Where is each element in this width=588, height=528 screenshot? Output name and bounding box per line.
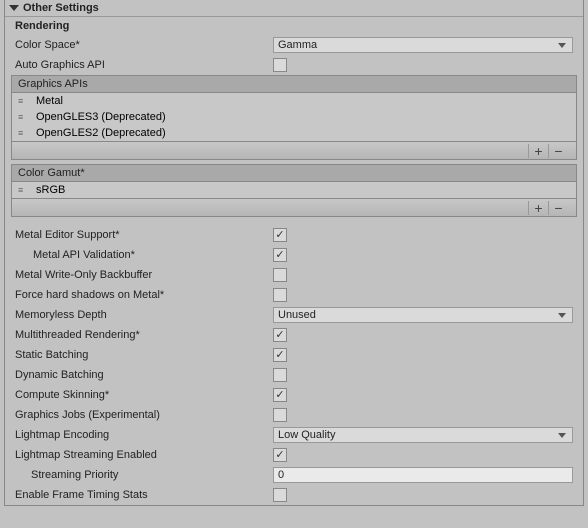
lightmap-streaming-checkbox[interactable] (273, 448, 287, 462)
drag-handle-icon[interactable]: ≡ (18, 185, 30, 195)
static-batching-checkbox[interactable] (273, 348, 287, 362)
metal-editor-support-label: Metal Editor Support* (15, 229, 273, 241)
frame-timing-checkbox[interactable] (273, 488, 287, 502)
color-gamut-list: Color Gamut* ≡ sRGB + − (11, 164, 577, 217)
add-button[interactable]: + (528, 201, 548, 215)
dynamic-batching-checkbox[interactable] (273, 368, 287, 382)
multithreaded-rendering-label: Multithreaded Rendering* (15, 329, 273, 341)
drag-handle-icon[interactable]: ≡ (18, 112, 30, 122)
color-space-dropdown[interactable]: Gamma (273, 37, 573, 53)
graphics-apis-header: Graphics APIs (11, 75, 577, 93)
section-header[interactable]: Other Settings (5, 0, 583, 17)
list-item[interactable]: ≡ OpenGLES2 (Deprecated) (12, 125, 576, 141)
lightmap-streaming-label: Lightmap Streaming Enabled (15, 449, 273, 461)
collapse-triangle-icon (9, 5, 19, 11)
lightmap-encoding-dropdown[interactable]: Low Quality (273, 427, 573, 443)
force-hard-shadows-label: Force hard shadows on Metal* (15, 289, 273, 301)
list-item[interactable]: ≡ Metal (12, 93, 576, 109)
subsection-title: Rendering (5, 17, 583, 35)
metal-write-only-label: Metal Write-Only Backbuffer (15, 269, 273, 281)
static-batching-label: Static Batching (15, 349, 273, 361)
list-item-label: OpenGLES2 (Deprecated) (36, 127, 166, 139)
streaming-priority-input[interactable]: 0 (273, 467, 573, 483)
drag-handle-icon[interactable]: ≡ (18, 128, 30, 138)
compute-skinning-checkbox[interactable] (273, 388, 287, 402)
graphics-jobs-label: Graphics Jobs (Experimental) (15, 409, 273, 421)
metal-editor-support-checkbox[interactable] (273, 228, 287, 242)
streaming-priority-value: 0 (278, 469, 284, 481)
color-gamut-header: Color Gamut* (11, 164, 577, 182)
multithreaded-rendering-checkbox[interactable] (273, 328, 287, 342)
streaming-priority-label: Streaming Priority (15, 469, 273, 481)
frame-timing-label: Enable Frame Timing Stats (15, 489, 273, 501)
list-item-label: sRGB (36, 184, 65, 196)
graphics-apis-list: Graphics APIs ≡ Metal ≡ OpenGLES3 (Depre… (11, 75, 577, 160)
color-space-label: Color Space* (15, 39, 273, 51)
color-space-value: Gamma (278, 39, 317, 51)
force-hard-shadows-checkbox[interactable] (273, 288, 287, 302)
lightmap-encoding-label: Lightmap Encoding (15, 429, 273, 441)
list-item[interactable]: ≡ sRGB (12, 182, 576, 198)
drag-handle-icon[interactable]: ≡ (18, 96, 30, 106)
memoryless-depth-dropdown[interactable]: Unused (273, 307, 573, 323)
dynamic-batching-label: Dynamic Batching (15, 369, 273, 381)
list-item[interactable]: ≡ OpenGLES3 (Deprecated) (12, 109, 576, 125)
auto-graphics-api-label: Auto Graphics API (15, 59, 273, 71)
graphics-jobs-checkbox[interactable] (273, 408, 287, 422)
list-item-label: OpenGLES3 (Deprecated) (36, 111, 166, 123)
remove-button[interactable]: − (548, 144, 568, 158)
add-button[interactable]: + (528, 144, 548, 158)
memoryless-depth-label: Memoryless Depth (15, 309, 273, 321)
metal-api-validation-label: Metal API Validation* (15, 249, 273, 261)
lightmap-encoding-value: Low Quality (278, 429, 335, 441)
compute-skinning-label: Compute Skinning* (15, 389, 273, 401)
metal-write-only-checkbox[interactable] (273, 268, 287, 282)
metal-api-validation-checkbox[interactable] (273, 248, 287, 262)
list-item-label: Metal (36, 95, 63, 107)
section-title: Other Settings (23, 2, 99, 14)
remove-button[interactable]: − (548, 201, 568, 215)
auto-graphics-api-checkbox[interactable] (273, 58, 287, 72)
memoryless-depth-value: Unused (278, 309, 316, 321)
